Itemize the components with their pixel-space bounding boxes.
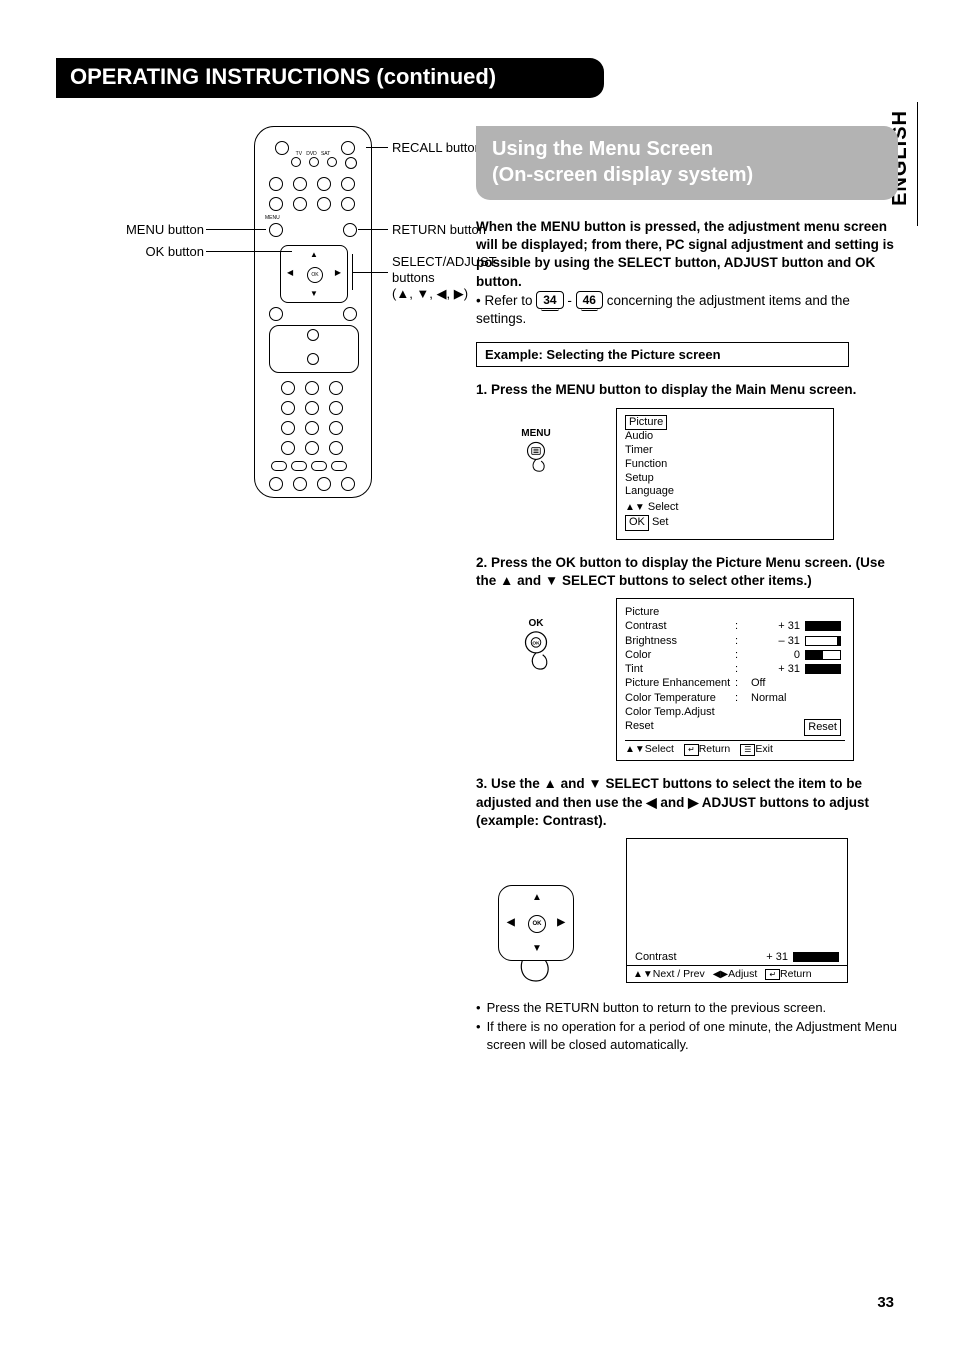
dpad-illustration: OK ▲ ▼ ◀ ▶ xyxy=(476,851,596,983)
main-menu-osd: Picture Audio Timer Function Setup Langu… xyxy=(616,408,834,540)
menu-button-illustration: MENU xyxy=(476,408,596,473)
ok-label: OK xyxy=(529,618,544,629)
page-ref-46: 46 xyxy=(576,291,603,309)
callout-menu-button: MENU button xyxy=(120,222,204,237)
refer-dash: - xyxy=(567,293,575,308)
menu-item-timer: Timer xyxy=(625,444,825,458)
page-header: OPERATING INSTRUCTIONS (continued) xyxy=(56,58,604,98)
row-contrast: Contrast xyxy=(625,619,735,633)
picture-menu-osd: Picture Contrast:+ 31 Brightness:– 31 Co… xyxy=(616,598,854,761)
remote-outline: TV DVD SAT MENU xyxy=(254,126,372,498)
notes-block: •Press the RETURN button to return to th… xyxy=(476,999,898,1054)
refer-prefix: • Refer to xyxy=(476,293,536,308)
remote-diagram: TV DVD SAT MENU xyxy=(56,126,456,526)
pm-footer-select: Select xyxy=(645,743,674,755)
page-ref-34: 34 xyxy=(536,291,563,309)
step-3: 3. Use the ▲ and ▼ SELECT buttons to sel… xyxy=(476,775,898,830)
callout-select-adjust-2: buttons xyxy=(392,270,435,285)
menu-item-language: Language xyxy=(625,485,825,499)
step-1: 1. Press the MENU button to display the … xyxy=(476,381,898,399)
ok-icon: OK xyxy=(515,629,557,671)
remote-dpad: OK ▲ ▼ ◀ ▶ xyxy=(280,245,348,303)
menu-item-picture: Picture xyxy=(625,415,667,431)
callout-recall-button: RECALL button xyxy=(392,140,482,155)
cb-footer-return: Return xyxy=(780,968,812,980)
contrast-value: + 31 xyxy=(766,951,788,963)
page-number: 33 xyxy=(877,1294,894,1311)
step-2: 2. Press the OK button to display the Pi… xyxy=(476,554,898,590)
footer-set-label: Set xyxy=(652,516,669,528)
updown-icon: ▲▼ xyxy=(625,502,645,513)
ok-button-illustration: OK OK xyxy=(476,598,596,671)
footer-select: Select xyxy=(648,501,679,513)
contrast-label: Contrast xyxy=(635,951,677,963)
section-title-line1: Using the Menu Screen xyxy=(492,138,713,160)
intro-text: When the MENU button is pressed, the adj… xyxy=(476,218,898,328)
row-reset: Reset xyxy=(625,719,735,735)
row-color-temp-adjust: Color Temp.Adjust xyxy=(625,705,735,719)
row-brightness: Brightness xyxy=(625,634,735,648)
pm-footer-return: Return xyxy=(699,743,731,755)
note-2: If there is no operation for a period of… xyxy=(487,1018,898,1053)
row-picture-enhancement: Picture Enhancement xyxy=(625,676,735,690)
section-title: Using the Menu Screen (On-screen display… xyxy=(476,126,898,200)
cb-footer-next: Next / Prev xyxy=(653,968,705,980)
reset-box: Reset xyxy=(804,719,841,735)
callout-ok-button: OK button xyxy=(134,244,204,259)
pm-footer-exit: Exit xyxy=(755,743,773,755)
menu-item-function: Function xyxy=(625,458,825,472)
example-heading: Example: Selecting the Picture screen xyxy=(476,342,849,367)
picture-menu-title: Picture xyxy=(625,605,845,619)
section-title-line2: (On-screen display system) xyxy=(492,164,753,186)
language-tab-divider xyxy=(917,102,918,226)
menu-icon xyxy=(519,439,553,473)
footer-ok-box: OK xyxy=(625,515,649,531)
contrast-adjust-osd: Contrast + 31 ▲▼Next / Prev ◀▶Adjust ↵Re… xyxy=(626,838,848,983)
cb-footer-adjust: Adjust xyxy=(728,968,757,980)
row-color-temperature: Color Temperature xyxy=(625,691,735,705)
callout-select-adjust-arrows: (▲, ▼, ◀, ▶) xyxy=(392,286,468,302)
svg-text:OK: OK xyxy=(532,640,540,646)
menu-item-audio: Audio xyxy=(625,430,825,444)
row-color: Color xyxy=(625,648,735,662)
row-tint: Tint xyxy=(625,662,735,676)
menu-item-setup: Setup xyxy=(625,472,825,486)
intro-bold: When the MENU button is pressed, the adj… xyxy=(476,219,894,289)
callout-return-button: RETURN button xyxy=(392,222,486,237)
note-1: Press the RETURN button to return to the… xyxy=(487,999,827,1017)
menu-label: MENU xyxy=(521,428,550,439)
